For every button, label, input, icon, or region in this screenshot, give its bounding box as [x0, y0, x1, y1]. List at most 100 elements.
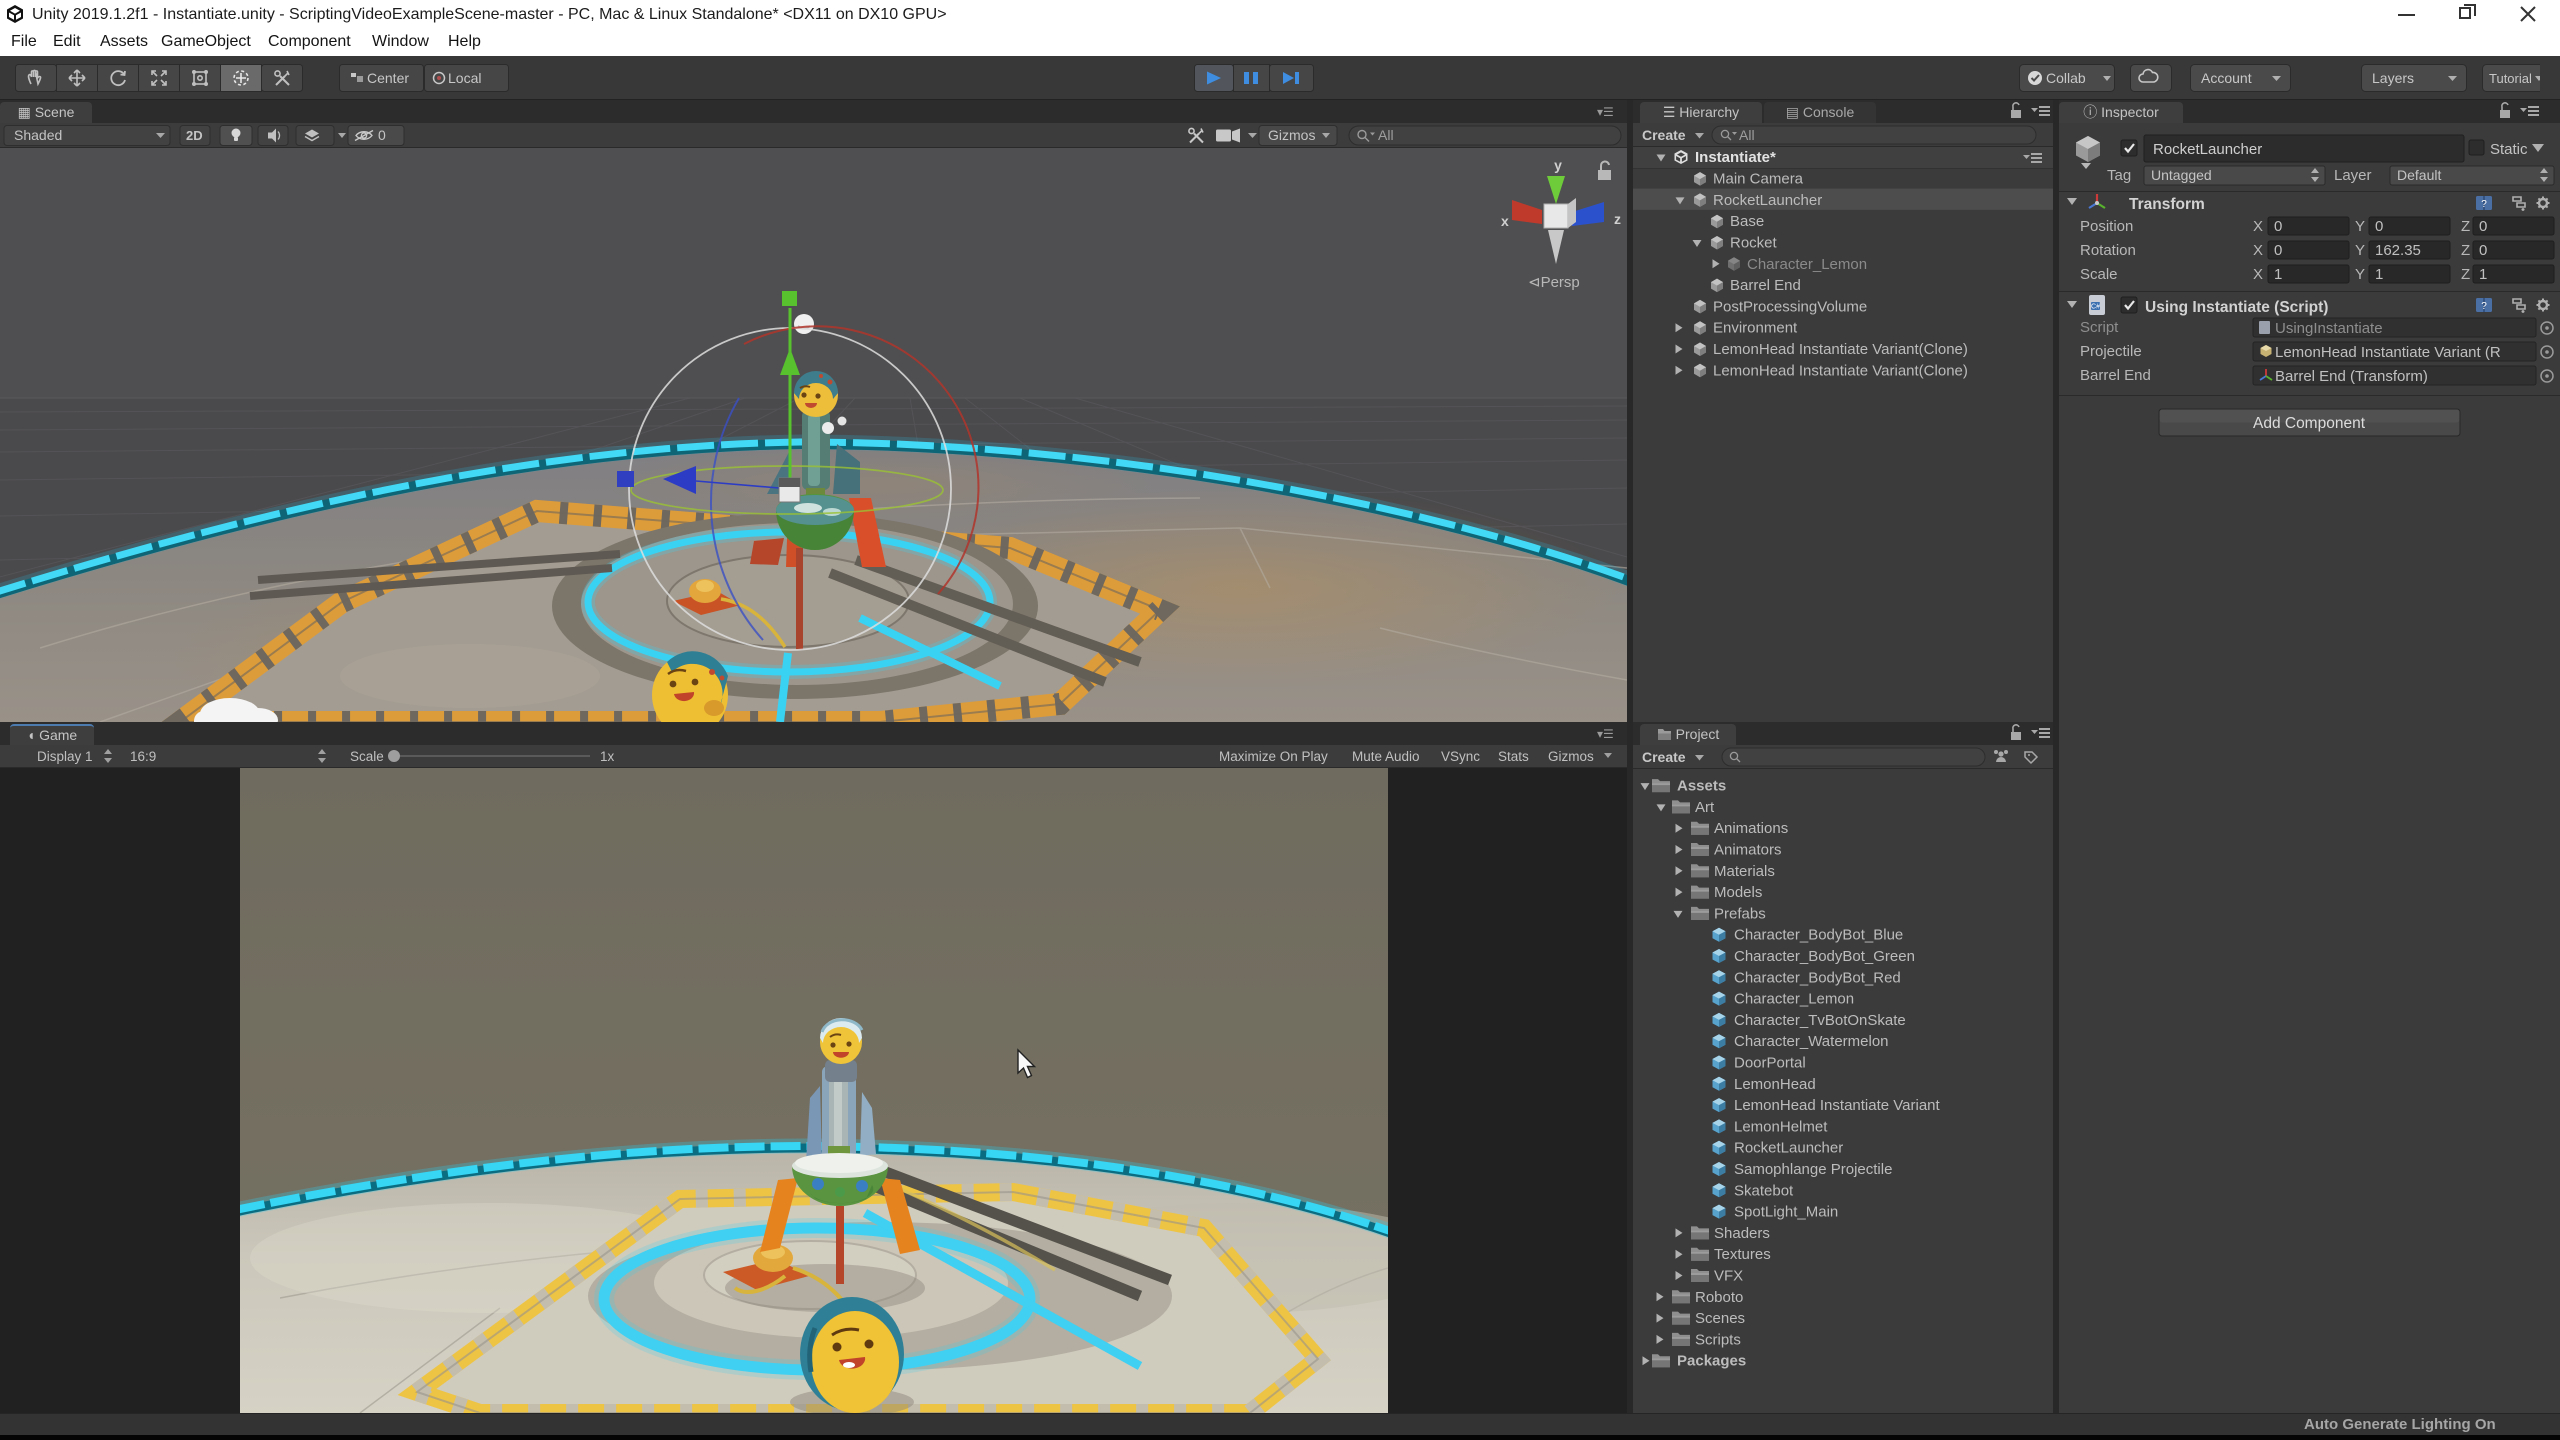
- svg-text:RocketLauncher: RocketLauncher: [2153, 141, 2262, 158]
- svg-text:X: X: [2253, 266, 2263, 283]
- svg-text:Rocket: Rocket: [1730, 235, 1778, 252]
- svg-text:Models: Models: [1714, 884, 1762, 901]
- svg-text:Assets: Assets: [1677, 778, 1726, 795]
- svg-text:Stats: Stats: [1498, 749, 1529, 764]
- svg-text:DoorPortal: DoorPortal: [1734, 1055, 1806, 1072]
- svg-text:Shaders: Shaders: [1714, 1225, 1770, 1242]
- svg-text:Script: Script: [2080, 319, 2119, 336]
- svg-text:RocketLauncher: RocketLauncher: [1713, 192, 1822, 209]
- svg-text:Instantiate*: Instantiate*: [1695, 149, 1776, 166]
- svg-text:0: 0: [378, 127, 386, 143]
- svg-text:All: All: [1378, 127, 1394, 143]
- svg-text:Account: Account: [2201, 70, 2252, 86]
- svg-text:Textures: Textures: [1714, 1246, 1771, 1263]
- svg-text:Character_Watermelon: Character_Watermelon: [1734, 1033, 1889, 1050]
- svg-text:Create: Create: [1642, 749, 1686, 765]
- svg-text:Transform: Transform: [2129, 196, 2205, 213]
- svg-text:0: 0: [2479, 242, 2487, 259]
- svg-text:SpotLight_Main: SpotLight_Main: [1734, 1204, 1838, 1221]
- svg-text:Gizmos: Gizmos: [1268, 127, 1315, 143]
- svg-text:Character_Lemon: Character_Lemon: [1734, 991, 1854, 1008]
- svg-text:UsingInstantiate: UsingInstantiate: [2275, 320, 2383, 337]
- svg-text:Scale: Scale: [2080, 266, 2118, 283]
- svg-text:Z: Z: [2461, 218, 2470, 235]
- svg-text:Character_TvBotOnSkate: Character_TvBotOnSkate: [1734, 1012, 1906, 1029]
- svg-text:1: 1: [2375, 266, 2383, 283]
- svg-text:VFX: VFX: [1714, 1268, 1743, 1285]
- svg-text:Scenes: Scenes: [1695, 1310, 1745, 1327]
- svg-text:Using Instantiate (Script): Using Instantiate (Script): [2145, 299, 2328, 316]
- svg-text:Default: Default: [2397, 167, 2441, 183]
- svg-text:⊲Persp: ⊲Persp: [1528, 274, 1580, 291]
- svg-text:Tag: Tag: [2107, 167, 2131, 184]
- svg-text:Art: Art: [1695, 799, 1715, 816]
- svg-text:Create: Create: [1642, 127, 1686, 143]
- svg-text:Add Component: Add Component: [2253, 415, 2366, 432]
- svg-text:Tutorial: Tutorial: [2489, 71, 2532, 86]
- svg-text:Static: Static: [2490, 141, 2528, 158]
- svg-text:0: 0: [2274, 242, 2282, 259]
- svg-text:Shaded: Shaded: [14, 127, 62, 143]
- svg-text:Samophlange Projectile: Samophlange Projectile: [1734, 1161, 1892, 1178]
- svg-text:Collab: Collab: [2046, 70, 2086, 86]
- svg-text:Gizmos: Gizmos: [1548, 749, 1594, 764]
- svg-text:Packages: Packages: [1677, 1353, 1746, 1370]
- svg-text:Y: Y: [2355, 266, 2365, 283]
- svg-text:Scale: Scale: [350, 749, 384, 764]
- svg-text:Rotation: Rotation: [2080, 242, 2136, 259]
- svg-text:LemonHead Instantiate Variant(: LemonHead Instantiate Variant(Clone): [1713, 362, 1968, 379]
- svg-text:Y: Y: [2355, 242, 2365, 259]
- svg-text:2D: 2D: [186, 128, 203, 143]
- svg-text:1: 1: [2479, 266, 2487, 283]
- svg-text:Prefabs: Prefabs: [1714, 905, 1766, 922]
- svg-text:RocketLauncher: RocketLauncher: [1734, 1140, 1843, 1157]
- svg-text:0: 0: [2479, 218, 2487, 235]
- svg-text:Animations: Animations: [1714, 820, 1788, 837]
- svg-text:Maximize On Play: Maximize On Play: [1219, 749, 1328, 764]
- svg-text:0: 0: [2274, 218, 2282, 235]
- svg-text:Local: Local: [448, 70, 481, 86]
- svg-text:1x: 1x: [600, 749, 615, 764]
- svg-text:Projectile: Projectile: [2080, 343, 2142, 360]
- svg-text:Materials: Materials: [1714, 863, 1775, 880]
- svg-text:y: y: [1554, 157, 1562, 173]
- svg-text:Character_BodyBot_Green: Character_BodyBot_Green: [1734, 948, 1915, 965]
- svg-text:Animators: Animators: [1714, 842, 1782, 859]
- svg-text:Y: Y: [2355, 218, 2365, 235]
- svg-text:Skatebot: Skatebot: [1734, 1182, 1794, 1199]
- svg-text:Layer: Layer: [2334, 167, 2372, 184]
- svg-text:VSync: VSync: [1441, 749, 1480, 764]
- svg-text:Environment: Environment: [1713, 320, 1798, 337]
- svg-text:z: z: [1614, 211, 1621, 227]
- svg-text:Mute Audio: Mute Audio: [1352, 749, 1420, 764]
- svg-text:LemonHead Instantiate Variant: LemonHead Instantiate Variant: [1734, 1097, 1941, 1114]
- svg-text:Main Camera: Main Camera: [1713, 171, 1804, 188]
- svg-text:Layers: Layers: [2372, 70, 2414, 86]
- svg-text:PostProcessingVolume: PostProcessingVolume: [1713, 298, 1867, 315]
- svg-text:Barrel End (Transform): Barrel End (Transform): [2275, 368, 2428, 385]
- svg-text:X: X: [2253, 218, 2263, 235]
- svg-text:Roboto: Roboto: [1695, 1289, 1743, 1306]
- svg-text:Untagged: Untagged: [2151, 167, 2212, 183]
- svg-text:Center: Center: [367, 70, 409, 86]
- svg-text:LemonHead Instantiate Variant(: LemonHead Instantiate Variant(Clone): [1713, 341, 1968, 358]
- svg-text:All: All: [1739, 127, 1755, 143]
- svg-text:X: X: [2253, 242, 2263, 259]
- svg-text:LemonHead: LemonHead: [1734, 1076, 1816, 1093]
- svg-text:Scripts: Scripts: [1695, 1331, 1741, 1348]
- svg-text:Character_BodyBot_Red: Character_BodyBot_Red: [1734, 969, 1901, 986]
- svg-text:0: 0: [2375, 218, 2383, 235]
- svg-text:Display 1: Display 1: [37, 749, 93, 764]
- svg-text:Position: Position: [2080, 218, 2133, 235]
- svg-text:Z: Z: [2461, 242, 2470, 259]
- svg-text:C#: C#: [2091, 304, 2100, 311]
- svg-text:Character_Lemon: Character_Lemon: [1747, 256, 1867, 273]
- svg-text:LemonHelmet: LemonHelmet: [1734, 1118, 1828, 1135]
- svg-text:Character_BodyBot_Blue: Character_BodyBot_Blue: [1734, 927, 1903, 944]
- svg-text:Z: Z: [2461, 266, 2470, 283]
- svg-text:16:9: 16:9: [130, 749, 156, 764]
- svg-text:x: x: [1501, 213, 1509, 229]
- svg-text:1: 1: [2274, 266, 2282, 283]
- svg-text:LemonHead Instantiate Variant: LemonHead Instantiate Variant (R: [2275, 344, 2501, 361]
- svg-text:162.35: 162.35: [2375, 242, 2421, 259]
